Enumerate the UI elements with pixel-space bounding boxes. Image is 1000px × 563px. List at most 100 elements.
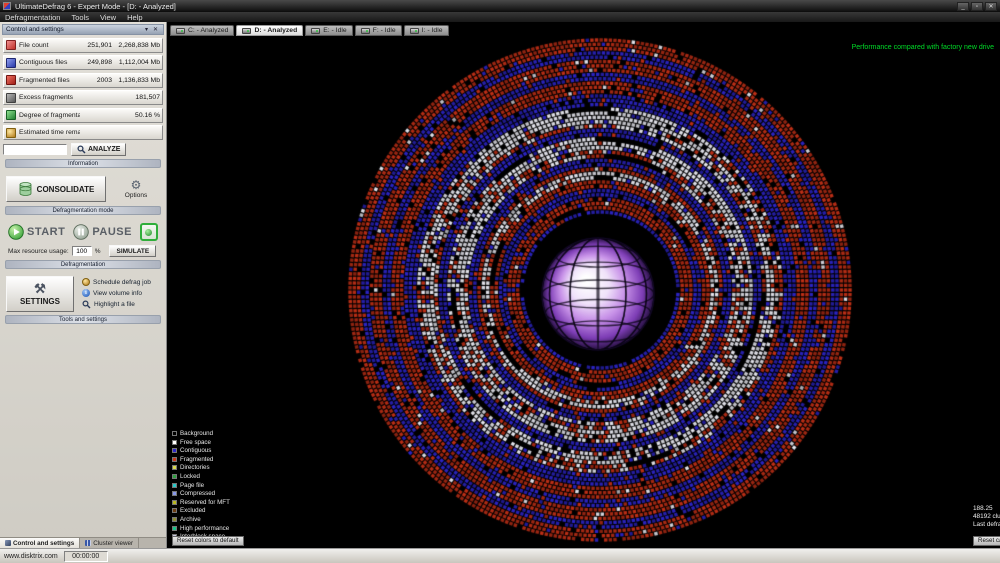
panel-pin-icon[interactable]: ▾: [142, 26, 151, 33]
tab-control-and-settings[interactable]: Control and settings: [0, 538, 80, 548]
options-label: Options: [125, 192, 147, 199]
stat-row-time-remaining: Estimated time remaining: [3, 125, 163, 140]
stat-count: 2003: [80, 77, 112, 84]
menu-defragmentation[interactable]: Defragmentation: [5, 13, 60, 22]
stat-clusters: 48192 clust: [973, 513, 1000, 520]
status-bar: www.disktrix.com 00:00:00: [0, 548, 1000, 563]
drive-icon: [242, 28, 251, 34]
stat-row-excess: Excess fragments 181,507: [3, 90, 163, 105]
legend-chip[interactable]: [172, 474, 177, 479]
start-button[interactable]: START: [8, 224, 65, 240]
analyze-button-label: ANALYZE: [88, 146, 120, 153]
control-tab-label: Control and settings: [13, 540, 74, 547]
minimize-button[interactable]: _: [957, 2, 969, 11]
menu-tools[interactable]: Tools: [71, 13, 89, 22]
app-window: UltimateDefrag 6 - Expert Mode - [D: - A…: [0, 0, 1000, 563]
section-tools-settings: Tools and settings: [5, 315, 161, 324]
pause-button-label: PAUSE: [92, 226, 132, 238]
play-icon: [8, 224, 24, 240]
tab-cluster-viewer[interactable]: Cluster viewer: [80, 538, 139, 548]
options-button[interactable]: ⚙ Options: [116, 179, 156, 199]
settings-button[interactable]: ⚒ SETTINGS: [6, 276, 74, 312]
file-count-icon: [6, 40, 16, 50]
legend-chip[interactable]: [172, 526, 177, 531]
website-link[interactable]: www.disktrix.com: [4, 553, 58, 560]
legend-chip[interactable]: [172, 448, 177, 453]
start-button-label: START: [27, 226, 65, 238]
section-information: Information: [5, 159, 161, 168]
legend-chip[interactable]: [172, 508, 177, 513]
legend-chip[interactable]: [172, 500, 177, 505]
consolidate-button[interactable]: CONSOLIDATE: [6, 176, 106, 202]
drive-tabs: C: - Analyzed D: - Analyzed E: - Idle F:…: [170, 25, 449, 36]
drive-icon: [410, 28, 419, 34]
drive-icon: [176, 28, 185, 34]
stat-label: Estimated time remaining: [19, 129, 80, 136]
drive-tab-c[interactable]: C: - Analyzed: [170, 25, 234, 36]
legend-chip[interactable]: [172, 457, 177, 462]
legend-item: Locked: [172, 473, 230, 480]
legend-chip[interactable]: [172, 491, 177, 496]
section-defragmentation: Defragmentation: [5, 260, 161, 269]
panel-header: Control and settings ▾ ✕: [2, 24, 164, 35]
simulate-button[interactable]: SIMULATE: [109, 245, 156, 257]
schedule-defrag-link[interactable]: Schedule defrag job: [82, 278, 151, 286]
stat-size: 181,507: [112, 94, 160, 101]
max-resource-input[interactable]: [72, 246, 92, 256]
legend-item: Background: [172, 430, 230, 437]
drive-tab-d[interactable]: D: - Analyzed: [236, 25, 303, 36]
reset-camera-button[interactable]: Reset camera: [973, 536, 1000, 546]
stat-capacity: 188.25: [973, 505, 1000, 512]
fragmented-files-icon: [6, 75, 16, 85]
menu-help[interactable]: Help: [127, 13, 142, 22]
cluster-tab-label: Cluster viewer: [93, 540, 133, 547]
stop-button[interactable]: [140, 223, 158, 241]
schedule-defrag-label: Schedule defrag job: [93, 279, 151, 286]
stat-count: 251,901: [80, 42, 112, 49]
stat-label: File count: [19, 42, 80, 49]
legend-item: Contiguous: [172, 447, 230, 454]
view-volume-info-link[interactable]: i View volume info: [82, 289, 151, 297]
time-remaining-input[interactable]: [3, 144, 67, 155]
drive-tab-label: C: - Analyzed: [188, 27, 228, 34]
pause-button[interactable]: PAUSE: [73, 224, 132, 240]
legend-chip[interactable]: [172, 440, 177, 445]
disk-visualization[interactable]: [167, 22, 1000, 548]
consolidate-button-label: CONSOLIDATE: [37, 185, 95, 194]
highlight-file-link[interactable]: Highlight a file: [82, 300, 151, 309]
legend-chip[interactable]: [172, 465, 177, 470]
reset-colors-button[interactable]: Reset colors to default: [172, 536, 244, 546]
close-button[interactable]: ✕: [985, 2, 997, 11]
schedule-icon: [82, 278, 90, 286]
tools-icon: ⚒: [34, 282, 46, 295]
performance-text: Performance compared with factory new dr…: [852, 44, 994, 51]
drive-tab-label: I: - Idle: [422, 27, 443, 34]
settings-button-label: SETTINGS: [20, 297, 60, 306]
drive-tab-f[interactable]: F: - Idle: [355, 25, 402, 36]
pause-icon: [73, 224, 89, 240]
disk-viewer: C: - Analyzed D: - Analyzed E: - Idle F:…: [167, 22, 1000, 548]
legend-chip[interactable]: [172, 431, 177, 436]
drive-icon: [311, 28, 320, 34]
drive-tab-i[interactable]: I: - Idle: [404, 25, 449, 36]
panel-header-title: Control and settings: [6, 26, 64, 33]
stat-size: 50.16 %: [112, 112, 160, 119]
legend-item: Archive: [172, 516, 230, 523]
timer-display: 00:00:00: [64, 551, 108, 562]
menu-view[interactable]: View: [100, 13, 116, 22]
clock-icon: [6, 128, 16, 138]
stat-row-file-count: File count 251,901 2,268,838 Mb: [3, 38, 163, 53]
contiguous-files-icon: [6, 58, 16, 68]
gear-icon: ⚙: [131, 179, 142, 191]
titlebar: UltimateDefrag 6 - Expert Mode - [D: - A…: [0, 0, 1000, 12]
maximize-button[interactable]: ▫: [971, 2, 983, 11]
stat-size: 1,112,004 Mb: [112, 59, 160, 66]
drive-tab-e[interactable]: E: - Idle: [305, 25, 352, 36]
panel-close-icon[interactable]: ✕: [151, 26, 160, 33]
analyze-button[interactable]: ANALYZE: [71, 143, 126, 156]
disk-stack-icon: [18, 181, 33, 197]
legend-item: Reserved for MFT: [172, 499, 230, 506]
legend-chip[interactable]: [172, 483, 177, 488]
legend-chip[interactable]: [172, 517, 177, 522]
control-tab-icon: [5, 540, 11, 546]
